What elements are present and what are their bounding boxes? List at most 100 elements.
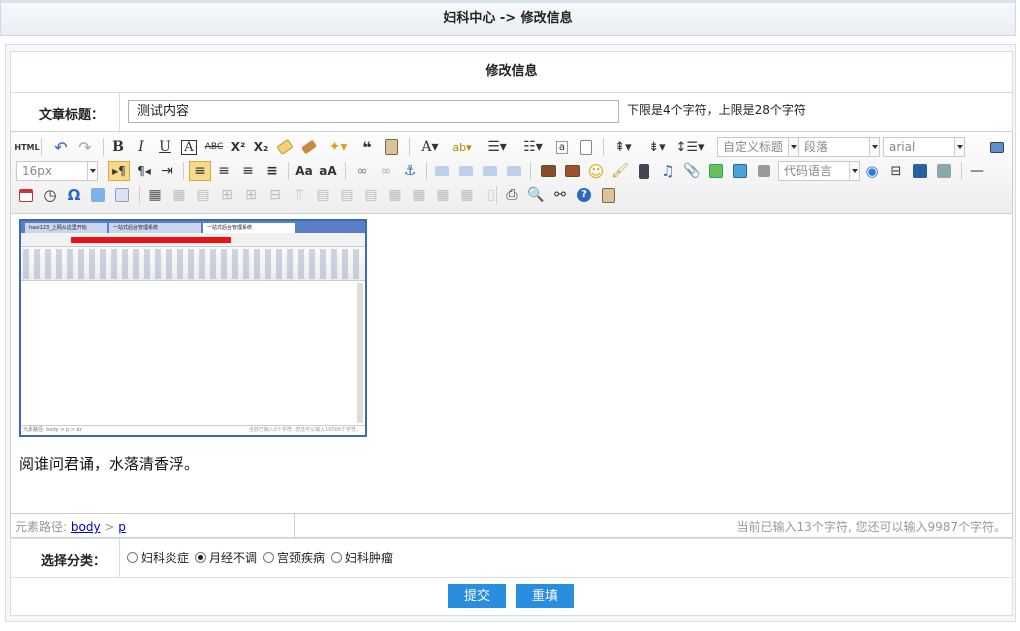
drafts-icon[interactable] bbox=[598, 185, 618, 205]
delete-col-icon[interactable]: ⫪ bbox=[289, 185, 309, 205]
category-option-tumor[interactable]: 妇科肿瘤 bbox=[331, 549, 393, 566]
delete-row-icon[interactable]: ⊟ bbox=[265, 185, 285, 205]
line-height-icon[interactable]: ↕☰▾ bbox=[675, 137, 705, 157]
category-radio-inflammation[interactable] bbox=[127, 552, 138, 563]
redo-icon[interactable]: ↷ bbox=[75, 137, 95, 157]
rtl-direction-icon[interactable]: ¶◂ bbox=[133, 161, 155, 181]
highlight-color-icon[interactable]: ab▾ bbox=[447, 137, 477, 157]
auto-format-icon[interactable]: ✦▾ bbox=[323, 137, 353, 157]
align-right-icon[interactable]: ≡ bbox=[238, 161, 258, 181]
scrawl-icon[interactable]: 🖌 bbox=[610, 161, 630, 181]
ltr-direction-icon[interactable]: ▸¶ bbox=[108, 161, 130, 181]
split-cells-icon[interactable]: ▦ bbox=[385, 185, 405, 205]
category-option-menstrual[interactable]: 月经不调 bbox=[195, 549, 257, 566]
table-caption-icon[interactable]: ▤ bbox=[193, 185, 213, 205]
bold-button[interactable]: B bbox=[108, 137, 128, 157]
image-center-icon[interactable] bbox=[504, 161, 524, 181]
category-radio-tumor[interactable] bbox=[331, 552, 343, 563]
insert-frame-icon[interactable] bbox=[754, 161, 774, 181]
category-radio-cervical[interactable] bbox=[263, 552, 275, 563]
pagebreak-icon[interactable]: ⊟ bbox=[886, 161, 906, 181]
print-icon[interactable]: ⎙ bbox=[502, 185, 522, 205]
table-props-icon[interactable]: ▦ bbox=[457, 185, 477, 205]
submit-button[interactable]: 提交 bbox=[448, 584, 506, 608]
insert-image-icon[interactable] bbox=[538, 161, 558, 181]
merge-right-icon[interactable]: ▤ bbox=[337, 185, 357, 205]
delete-table-icon[interactable]: ▦ bbox=[169, 185, 189, 205]
font-size-select[interactable]: 16px bbox=[16, 161, 98, 181]
map-icon[interactable] bbox=[706, 161, 726, 181]
time-icon[interactable]: ◷ bbox=[40, 185, 60, 205]
lowercase-icon[interactable]: aA bbox=[318, 161, 338, 181]
ordered-list-icon[interactable]: ☰▾ bbox=[481, 137, 513, 157]
reset-button[interactable]: 重填 bbox=[516, 584, 574, 608]
date-icon[interactable] bbox=[16, 185, 36, 205]
insert-table-icon[interactable]: ▦ bbox=[145, 185, 165, 205]
wordimage-icon[interactable] bbox=[88, 185, 108, 205]
insert-row-icon[interactable]: ⊞ bbox=[217, 185, 237, 205]
strikethrough-icon[interactable]: ABC bbox=[203, 137, 225, 157]
emotion-icon[interactable]: ☺ bbox=[586, 161, 606, 181]
html-source-button[interactable]: HTML bbox=[14, 137, 39, 157]
category-radio-menstrual[interactable] bbox=[195, 552, 207, 563]
unordered-list-icon[interactable]: ☷▾ bbox=[517, 137, 549, 157]
subscript-icon[interactable]: X₂ bbox=[251, 137, 271, 157]
preview-icon[interactable]: 🔍 bbox=[526, 185, 546, 205]
font-family-select[interactable]: arial bbox=[883, 137, 965, 157]
search-replace-icon[interactable]: ⚯ bbox=[550, 185, 570, 205]
blockquote-icon[interactable]: ❝ bbox=[357, 137, 377, 157]
unlink-icon[interactable]: ∞ bbox=[376, 161, 396, 181]
underline-button[interactable]: U bbox=[155, 137, 175, 157]
image-none-icon[interactable] bbox=[432, 161, 452, 181]
superscript-icon[interactable]: X² bbox=[228, 137, 248, 157]
row-spacing-top-icon[interactable]: ⇞▾ bbox=[609, 137, 637, 157]
paragraph-select[interactable]: 段落 bbox=[798, 137, 880, 157]
attachment-icon[interactable]: 📎 bbox=[682, 161, 702, 181]
code-language-select[interactable]: 代码语言 bbox=[778, 161, 860, 181]
italic-button[interactable]: I bbox=[131, 137, 151, 157]
google-map-icon[interactable] bbox=[730, 161, 750, 181]
article-title-input[interactable]: 测试内容 bbox=[128, 100, 619, 123]
select-all-icon[interactable]: a bbox=[552, 137, 572, 157]
webapp-icon[interactable]: ◉ bbox=[862, 161, 882, 181]
split-cols-icon[interactable]: ▦ bbox=[433, 185, 453, 205]
align-left-icon[interactable]: ≡ bbox=[189, 161, 211, 181]
horizontal-rule-icon[interactable]: — bbox=[967, 161, 987, 181]
align-center-icon[interactable]: ≡ bbox=[214, 161, 234, 181]
paste-plain-icon[interactable]: ▯ bbox=[481, 185, 501, 205]
font-border-icon[interactable]: A bbox=[179, 137, 199, 157]
merge-down-icon[interactable]: ▤ bbox=[361, 185, 381, 205]
undo-icon[interactable]: ↶ bbox=[51, 137, 71, 157]
word-paste-icon[interactable] bbox=[112, 185, 132, 205]
element-path-p-link[interactable]: p bbox=[118, 520, 126, 534]
uppercase-icon[interactable]: Aa bbox=[294, 161, 314, 181]
merge-cells-icon[interactable]: ▤ bbox=[313, 185, 333, 205]
custom-title-select[interactable]: 自定义标题 bbox=[717, 137, 799, 157]
indent-icon[interactable]: ⇥ bbox=[157, 161, 177, 181]
row-spacing-bottom-icon[interactable]: ⇟▾ bbox=[643, 137, 671, 157]
editor-content-area[interactable]: haoi123_上网从这里开始 一站式后台管理系统 一站式后台管理系统 元素路径… bbox=[11, 215, 1012, 512]
fullscreen-icon[interactable] bbox=[987, 137, 1007, 157]
insert-col-icon[interactable]: ⊞ bbox=[241, 185, 261, 205]
template-icon[interactable] bbox=[910, 161, 930, 181]
anchor-icon[interactable]: ⚓ bbox=[400, 161, 420, 181]
category-option-cervical[interactable]: 宫颈疾病 bbox=[263, 549, 325, 566]
background-icon[interactable] bbox=[934, 161, 954, 181]
paste-text-icon[interactable] bbox=[381, 137, 401, 157]
help-icon[interactable]: ? bbox=[574, 185, 594, 205]
element-path-body-link[interactable]: body bbox=[71, 520, 101, 534]
format-brush-icon[interactable] bbox=[299, 137, 319, 157]
insert-video-icon[interactable] bbox=[634, 161, 654, 181]
image-right-icon[interactable] bbox=[480, 161, 500, 181]
special-chars-icon[interactable]: Ω bbox=[64, 185, 84, 205]
align-justify-icon[interactable]: ≡ bbox=[262, 161, 282, 181]
eraser-icon[interactable] bbox=[275, 137, 295, 157]
split-rows-icon[interactable]: ▦ bbox=[409, 185, 429, 205]
clear-doc-icon[interactable] bbox=[576, 137, 596, 157]
category-option-inflammation[interactable]: 妇科炎症 bbox=[127, 549, 189, 566]
image-left-icon[interactable] bbox=[456, 161, 476, 181]
music-icon[interactable]: ♫ bbox=[658, 161, 678, 181]
link-icon[interactable]: ∞ bbox=[352, 161, 372, 181]
font-color-icon[interactable]: A▾ bbox=[416, 137, 444, 157]
multi-image-icon[interactable] bbox=[562, 161, 582, 181]
